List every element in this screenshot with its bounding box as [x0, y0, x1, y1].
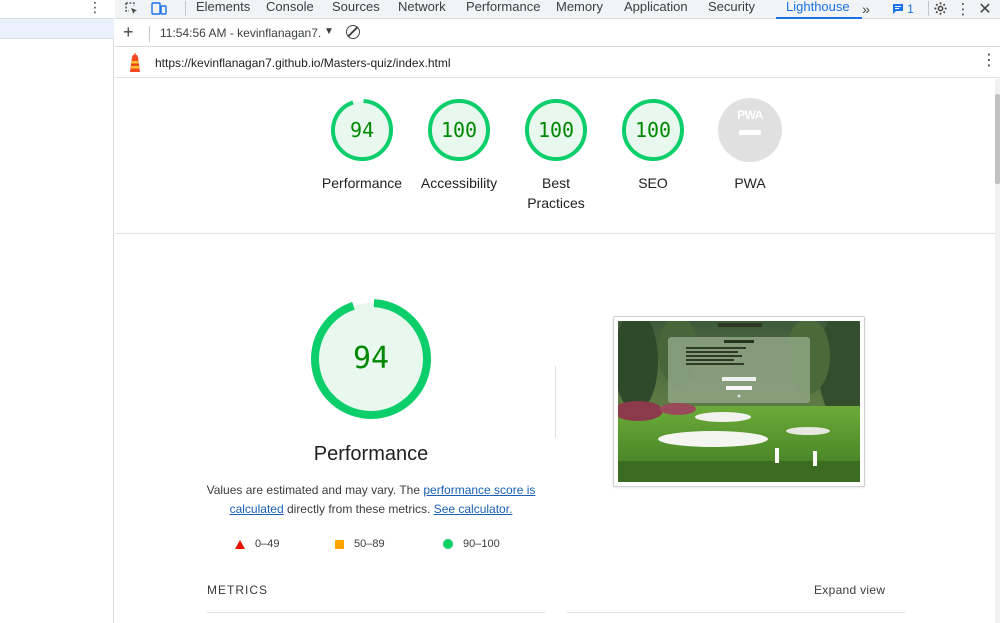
gauge-label: Accessibility [420, 175, 498, 191]
scrollbar-thumb[interactable] [995, 94, 1000, 184]
metrics-divider-right [567, 612, 905, 613]
gauge-label: SEO [638, 175, 668, 191]
tab-lighthouse[interactable]: Lighthouse [776, 0, 862, 19]
gauge-label: PWA [734, 175, 766, 191]
gauge-label: Performance [321, 175, 403, 191]
issues-count: 1 [907, 1, 914, 16]
legend-fail-range: 0–49 [255, 538, 280, 550]
summary-gauge-seo[interactable]: 100 SEO [603, 98, 703, 193]
tab-console[interactable]: Console [266, 0, 314, 19]
performance-description: Values are estimated and may vary. The p… [201, 481, 541, 519]
chevron-double-right-icon[interactable]: » [858, 0, 874, 17]
square-icon [335, 539, 344, 549]
see-calculator-link[interactable]: See calculator. [434, 502, 513, 516]
legend-average-range: 50–89 [354, 538, 385, 550]
legend-pass: 90–100 [443, 538, 500, 550]
plus-icon[interactable]: + [123, 23, 134, 41]
pwa-badge-icon: PWA [718, 98, 782, 162]
legend-pass-range: 90–100 [463, 538, 500, 550]
report-url: https://kevinflanagan7.github.io/Masters… [155, 56, 451, 70]
metrics-divider-left [207, 612, 545, 613]
report-scrollbar[interactable] [995, 79, 1000, 623]
lighthouse-report: 94 Performance 100 Accessibility 100 Bes… [115, 79, 995, 623]
circle-icon [443, 539, 453, 550]
gauge-ring: 94 [330, 98, 394, 162]
gauge-ring: 100 [621, 98, 685, 162]
tab-application[interactable]: Application [624, 0, 688, 19]
legend-average: 50–89 [335, 538, 385, 550]
gauge-score: 94 [349, 118, 375, 142]
clear-icon[interactable] [346, 25, 360, 39]
tab-separator-right [928, 1, 929, 16]
tab-network[interactable]: Network [398, 0, 446, 19]
tab-sources[interactable]: Sources [332, 0, 380, 19]
page-kebab-icon[interactable]: ⋮ [88, 0, 102, 14]
lighthouse-toolbar: + 11:54:56 AM - kevinflanagan7. ▼ [115, 20, 1000, 47]
summary-divider [115, 233, 995, 234]
summary-gauge-performance[interactable]: 94 Performance [312, 98, 412, 193]
report-url-bar: https://kevinflanagan7.github.io/Masters… [115, 48, 1000, 78]
tab-memory[interactable]: Memory [556, 0, 603, 19]
gauge-score: 100 [440, 118, 478, 142]
final-screenshot-thumbnail[interactable] [613, 316, 865, 487]
issues-icon [893, 3, 904, 14]
legend-fail: 0–49 [235, 538, 279, 550]
gauge-label: Best Practices [527, 175, 585, 211]
devtools-panel: Elements Console Sources Network Perform… [115, 0, 1000, 623]
summary-gauge-best-practices[interactable]: 100 Best Practices [506, 98, 606, 213]
tab-performance[interactable]: Performance [466, 0, 540, 19]
lighthouse-logo-icon [130, 52, 140, 72]
expand-view-toggle[interactable]: Expand view [814, 583, 885, 597]
tab-elements[interactable]: Elements [196, 0, 250, 19]
pwa-badge-text: PWA [737, 108, 763, 122]
toolbar-separator [149, 26, 150, 42]
golf-course-screenshot [618, 321, 860, 482]
gauge-ring: 100 [427, 98, 491, 162]
gauge-ring: 100 [524, 98, 588, 162]
customize-kebab-icon[interactable]: ⋮ [956, 0, 971, 18]
inspected-page-pane: ⋮ [0, 0, 114, 623]
device-toolbar-icon[interactable] [150, 0, 168, 17]
tab-security[interactable]: Security [708, 0, 755, 19]
close-devtools-icon[interactable]: ✕ [977, 0, 993, 18]
summary-gauge-pwa[interactable]: PWA PWA [700, 98, 800, 193]
report-menu-kebab-icon[interactable]: ⋮ [981, 53, 997, 69]
selected-row [0, 19, 114, 39]
tab-separator [185, 1, 186, 16]
issues-button[interactable]: 1 [889, 0, 917, 17]
performance-score: 94 [352, 341, 390, 376]
triangle-icon [235, 539, 245, 549]
metrics-heading: METRICS [207, 583, 268, 597]
summary-gauge-accessibility[interactable]: 100 Accessibility [409, 98, 509, 193]
desc-middle: directly from these metrics. [283, 502, 434, 516]
pwa-badge-bar [739, 130, 761, 135]
desc-prefix: Values are estimated and may vary. The [206, 483, 424, 497]
vertical-divider [555, 366, 556, 438]
devtools-tab-bar: Elements Console Sources Network Perform… [115, 0, 1000, 19]
report-selector[interactable]: 11:54:56 AM - kevinflanagan7. [160, 26, 321, 40]
report-dropdown-caret-icon[interactable]: ▼ [324, 26, 334, 37]
performance-title: Performance [313, 443, 429, 465]
inspect-element-icon[interactable] [123, 0, 139, 17]
gauge-score: 100 [537, 118, 575, 142]
gauge-score: 100 [634, 118, 672, 142]
settings-gear-icon[interactable] [931, 0, 949, 17]
